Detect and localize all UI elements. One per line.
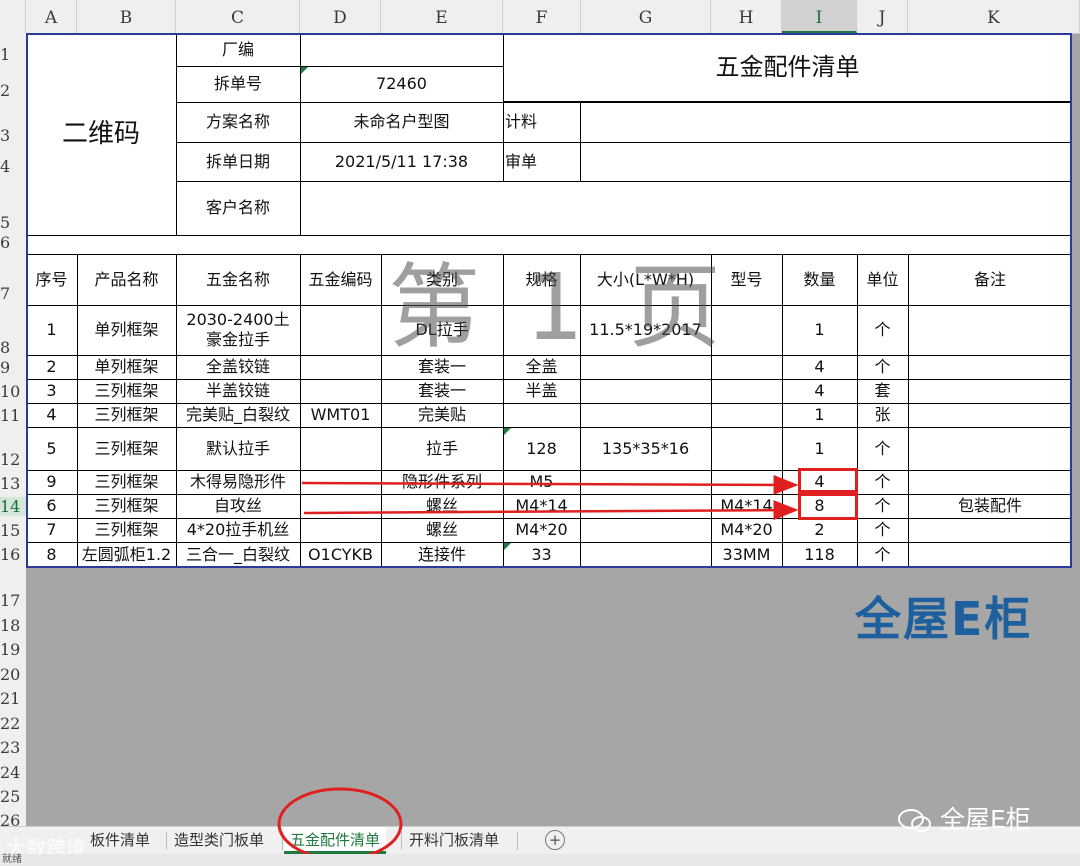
column-header-bar: A B C D E F G H I J K (0, 0, 1080, 34)
row-header[interactable]: 1 (0, 45, 26, 64)
column-header-k[interactable]: K (908, 0, 1080, 33)
column-header-d[interactable]: D (300, 0, 381, 33)
column-header-e[interactable]: E (381, 0, 503, 33)
row-header[interactable]: 3 (0, 126, 26, 145)
row-header[interactable]: 9 (0, 358, 26, 377)
row-header[interactable]: 4 (0, 157, 26, 176)
row-header[interactable]: 8 (0, 338, 26, 357)
row-header[interactable]: 11 (0, 406, 26, 425)
wechat-label: 全屋E柜 (940, 805, 1031, 834)
row-header[interactable]: 19 (0, 640, 26, 659)
tab-board-list[interactable]: 板件清单 (84, 827, 156, 854)
row-header[interactable]: 13 (0, 474, 26, 493)
row-header[interactable]: 16 (0, 545, 26, 564)
print-area-border (26, 33, 1072, 568)
row-header[interactable]: 7 (0, 284, 26, 303)
column-header-b[interactable]: B (77, 0, 176, 33)
row-header[interactable]: 23 (0, 738, 26, 757)
plus-circle-icon[interactable]: + (545, 830, 565, 850)
row-header[interactable]: 15 (0, 521, 26, 540)
spreadsheet-window: A B C D E F G H I J K 1 2 3 4 5 6 7 8 9 … (0, 0, 1080, 866)
tab-highlight-circle (277, 787, 403, 861)
wechat-icon (898, 808, 932, 834)
column-header-h[interactable]: H (711, 0, 782, 33)
row-header[interactable]: 21 (0, 689, 26, 708)
row-header[interactable]: 25 (0, 787, 26, 806)
wechat-badge: 全屋E柜 (898, 800, 1031, 836)
row-header[interactable]: 12 (0, 450, 26, 469)
brand-logo: 全屋E柜 (855, 592, 1033, 646)
column-header-a[interactable]: A (26, 0, 77, 33)
row-header[interactable]: 18 (0, 616, 26, 635)
row-header[interactable]: 24 (0, 763, 26, 782)
row-header[interactable]: 5 (0, 213, 26, 232)
column-header-g[interactable]: G (581, 0, 711, 33)
column-header-c[interactable]: C (176, 0, 300, 33)
row-header-selected[interactable]: 14 (0, 497, 26, 516)
column-header-i[interactable]: I (782, 0, 857, 33)
status-bar: 就绪 (0, 854, 1080, 866)
tab-shaped-door-list[interactable]: 造型类门板单 (168, 827, 270, 854)
row-header[interactable]: 10 (0, 382, 26, 401)
select-all-corner[interactable] (0, 0, 26, 33)
row-header[interactable]: 22 (0, 714, 26, 733)
column-header-f[interactable]: F (503, 0, 581, 33)
row-header[interactable]: 6 (0, 233, 26, 252)
status-text: 就绪 (2, 854, 22, 865)
row-header[interactable]: 17 (0, 591, 26, 610)
row-header[interactable]: 20 (0, 665, 26, 684)
row-header[interactable]: 2 (0, 81, 26, 100)
row-header-bar: 1 2 3 4 5 6 7 8 9 10 11 12 13 14 15 16 1… (0, 33, 26, 830)
column-header-j[interactable]: J (857, 0, 908, 33)
tab-cutting-door-list[interactable]: 开料门板清单 (403, 827, 505, 854)
